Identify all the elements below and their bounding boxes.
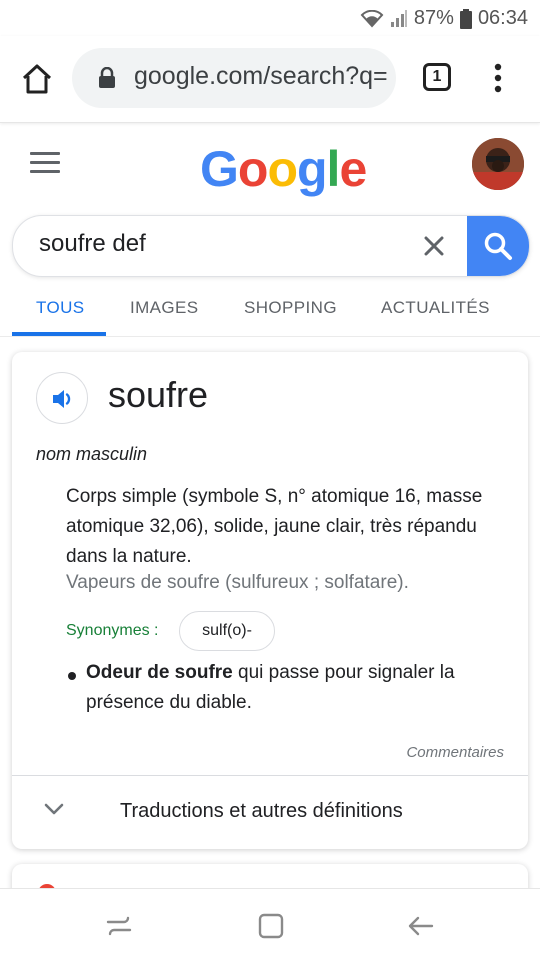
- example-text: Vapeurs de soufre (sulfureux ; solfatare…: [66, 572, 409, 593]
- more-vert-icon[interactable]: [488, 62, 508, 94]
- google-header: Google: [0, 122, 540, 210]
- synonyms-label: Synonymes :: [66, 622, 159, 639]
- logo-letter: o: [267, 141, 298, 197]
- dictionary-word: soufre: [108, 374, 209, 415]
- part-of-speech: nom masculin: [36, 444, 148, 464]
- home-nav-icon[interactable]: [256, 911, 286, 941]
- dictionary-card: soufre nom masculin Corps simple (symbol…: [12, 352, 528, 849]
- url-text: google.com/search?q=: [134, 62, 388, 90]
- wifi-icon: [360, 9, 384, 27]
- search-icon: [484, 232, 512, 260]
- logo-letter: e: [339, 141, 367, 197]
- clock: 06:34: [477, 7, 528, 29]
- home-icon[interactable]: [20, 62, 54, 96]
- definition-text: Corps simple (symbole S, n° atomique 16,…: [66, 486, 483, 567]
- pronunciation-button[interactable]: [36, 372, 88, 424]
- browser-toolbar: google.com/search?q= 1: [0, 36, 540, 123]
- battery-percent: 87%: [413, 7, 454, 29]
- recent-apps-icon[interactable]: [104, 911, 134, 941]
- signal-icon: [390, 9, 407, 27]
- translations-label: Traductions et autres définitions: [120, 800, 403, 822]
- tab-all[interactable]: TOUS: [36, 298, 85, 318]
- status-bar: 87% 06:34: [0, 0, 540, 36]
- google-logo[interactable]: Google: [200, 140, 367, 198]
- synonym-chip[interactable]: sulf(o)-: [179, 611, 275, 651]
- bullet-bold-text: Odeur de soufre: [86, 662, 233, 683]
- tab-switcher-button[interactable]: 1: [423, 63, 451, 91]
- bullet-definition: Odeur de soufre qui passe pour signaler …: [86, 658, 516, 718]
- speaker-icon: [53, 390, 71, 408]
- active-tab-indicator: [12, 332, 106, 336]
- search-tabs: TOUS IMAGES SHOPPING ACTUALITÉS: [0, 282, 540, 337]
- feedback-link[interactable]: Commentaires: [406, 744, 504, 761]
- lock-icon: [99, 67, 115, 88]
- bullet-dot: [68, 672, 76, 680]
- chevron-down-icon: [44, 803, 64, 815]
- search-box: soufre def: [12, 215, 530, 277]
- avatar[interactable]: [472, 138, 524, 190]
- system-nav-bar: [0, 888, 540, 961]
- tab-news[interactable]: ACTUALITÉS: [381, 298, 490, 318]
- translations-expander[interactable]: Traductions et autres définitions: [12, 776, 528, 849]
- battery-icon: [459, 8, 472, 29]
- logo-letter: o: [237, 141, 269, 197]
- logo-letter: G: [200, 141, 239, 197]
- hamburger-menu-icon[interactable]: [30, 152, 60, 174]
- logo-letter: g: [297, 141, 328, 197]
- search-input[interactable]: soufre def: [39, 230, 146, 258]
- clear-icon[interactable]: [421, 233, 447, 259]
- back-icon[interactable]: [406, 911, 436, 941]
- address-bar[interactable]: google.com/search?q=: [72, 48, 396, 108]
- logo-letter: l: [326, 141, 341, 197]
- tab-images[interactable]: IMAGES: [130, 298, 199, 318]
- search-button[interactable]: [467, 216, 529, 276]
- tab-shopping[interactable]: SHOPPING: [244, 298, 337, 318]
